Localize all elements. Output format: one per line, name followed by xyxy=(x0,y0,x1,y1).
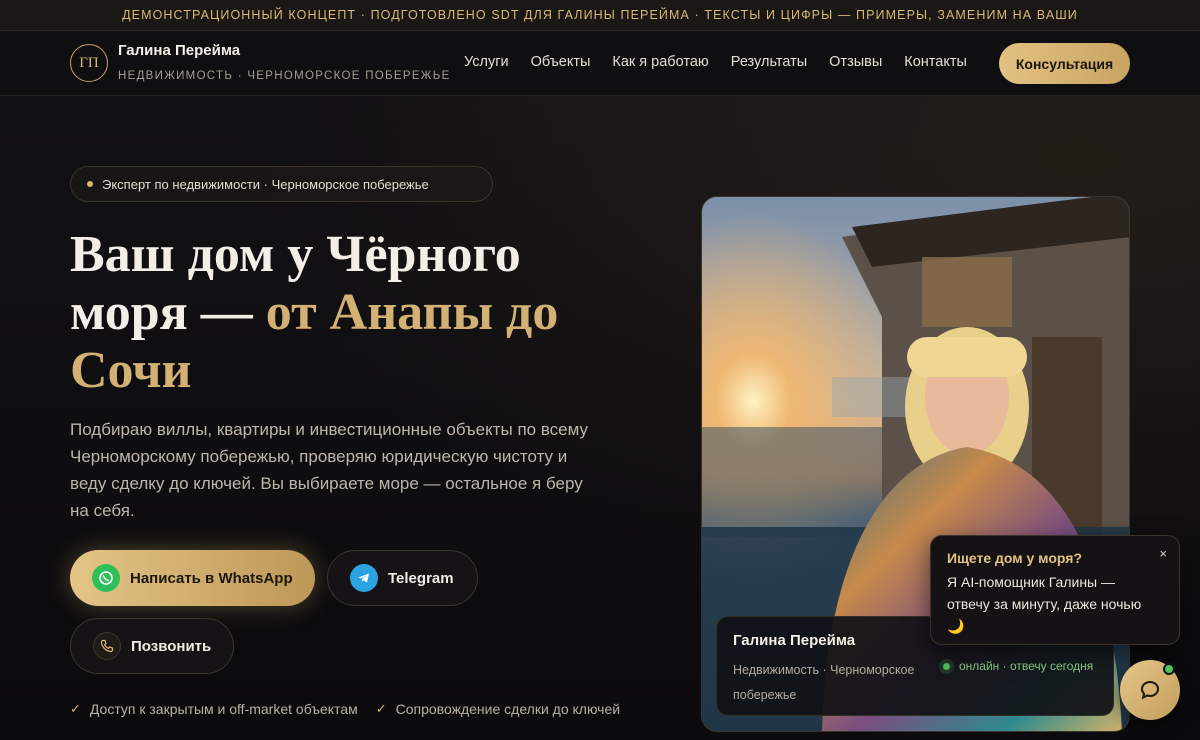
brand-name[interactable]: Галина Перейма xyxy=(118,42,240,59)
hero-headline: Ваш дом у Чёрного моря — от Анапы до Соч… xyxy=(70,226,630,400)
chat-popup-title: Ищете дом у моря? xyxy=(947,550,1082,566)
expert-badge: Эксперт по недвижимости · Черноморское п… xyxy=(70,166,493,202)
chat-online-dot-icon xyxy=(1163,663,1175,675)
demo-banner-text: ДЕМОНСТРАЦИОННЫЙ КОНЦЕПТ · ПОДГОТОВЛЕНО … xyxy=(122,8,1078,22)
consultation-button[interactable]: Консультация xyxy=(999,43,1130,84)
nav-link-services[interactable]: Услуги xyxy=(464,54,509,70)
check-icon: ✓ xyxy=(70,701,81,716)
benefits-list: ✓ Доступ к закрытым и off-market объекта… xyxy=(70,701,638,717)
benefit-text: Доступ к закрытым и off-market объектам xyxy=(89,701,358,717)
online-dot-icon xyxy=(943,662,950,670)
nav-link-objects[interactable]: Объекты xyxy=(531,54,591,70)
telegram-icon xyxy=(350,564,378,592)
phone-icon xyxy=(93,632,121,660)
expert-badge-text: Эксперт по недвижимости · Черноморское п… xyxy=(102,176,429,192)
close-icon[interactable]: × xyxy=(1159,546,1167,561)
agent-name: Галина Перейма xyxy=(733,632,856,649)
online-status-text: онлайн · отвечу сегодня xyxy=(959,659,1094,673)
agent-specialty: Недвижимость · Черноморское побережье xyxy=(733,663,915,702)
benefit-item: ✓ Доступ к закрытым и off-market объекта… xyxy=(70,701,358,717)
call-button[interactable]: Позвонить xyxy=(70,618,234,674)
online-status: онлайн · отвечу сегодня xyxy=(943,659,1093,673)
check-icon: ✓ xyxy=(375,701,387,716)
nav-link-how-i-work[interactable]: Как я работаю xyxy=(612,54,708,70)
nav-link-contacts[interactable]: Контакты xyxy=(904,54,967,70)
demo-banner: ДЕМОНСТРАЦИОННЫЙ КОНЦЕПТ · ПОДГОТОВЛЕНО … xyxy=(0,0,1200,31)
main-nav: Услуги Объекты Как я работаю Результаты … xyxy=(464,54,989,70)
nav-link-reviews[interactable]: Отзывы xyxy=(829,54,882,70)
logo-monogram[interactable]: ГП xyxy=(70,44,108,82)
nav-link-results[interactable]: Результаты xyxy=(731,54,807,70)
site-header: ГП Галина Перейма НЕДВИЖИМОСТЬ · ЧЕРНОМО… xyxy=(0,31,1200,96)
call-button-label: Позвонить xyxy=(131,637,212,655)
whatsapp-button-label: Написать в WhatsApp xyxy=(130,569,293,587)
badge-dot-icon xyxy=(87,181,93,187)
whatsapp-button[interactable]: Написать в WhatsApp xyxy=(70,550,315,606)
benefit-item: ✓ Сопровождение сделки до ключей xyxy=(376,701,620,717)
chat-bubble-icon xyxy=(1140,680,1160,700)
telegram-button-label: Telegram xyxy=(388,569,454,587)
chat-popup[interactable]: Ищете дом у моря? Я AI-помощник Галины —… xyxy=(930,535,1180,645)
whatsapp-icon xyxy=(92,564,120,592)
hero-lead: Подбираю виллы, квартиры и инвестиционны… xyxy=(70,420,589,520)
benefit-text: Сопровождение сделки до ключей xyxy=(395,701,621,717)
chat-popup-text: Я AI-помощник Галины — отвечу за минуту,… xyxy=(947,574,1142,634)
brand-tagline: НЕДВИЖИМОСТЬ · ЧЕРНОМОРСКОЕ ПОБЕРЕЖЬЕ xyxy=(118,70,451,82)
telegram-button[interactable]: Telegram xyxy=(327,550,478,606)
